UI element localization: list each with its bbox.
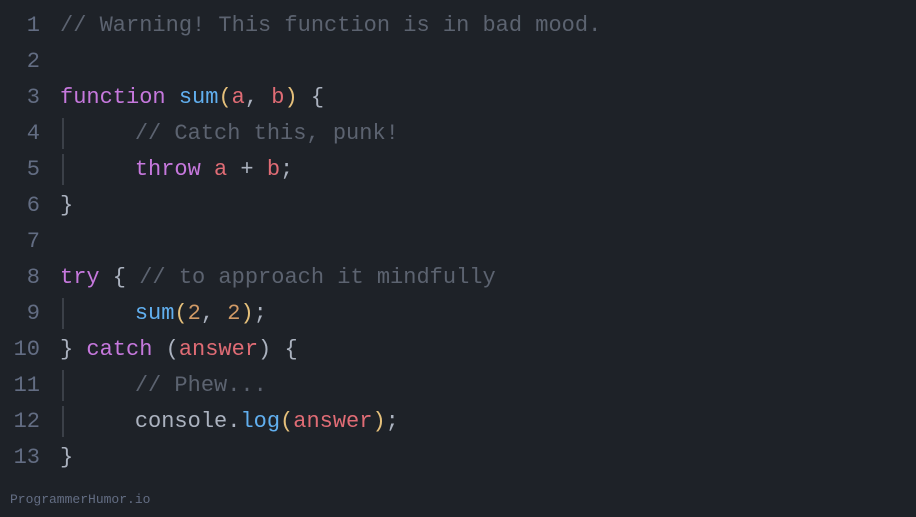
token <box>201 157 214 182</box>
token: 2 <box>227 301 240 326</box>
token: b <box>267 157 280 182</box>
token: function <box>60 85 166 110</box>
line-content: // Phew... <box>60 368 916 403</box>
line-number: 4 <box>0 116 60 151</box>
token: ) <box>372 409 385 434</box>
token: , <box>245 85 271 110</box>
code-line: 6} <box>0 188 916 224</box>
token: 2 <box>188 301 201 326</box>
code-line: 11 // Phew... <box>0 368 916 404</box>
token: log <box>240 409 280 434</box>
line-number: 6 <box>0 188 60 223</box>
token: a <box>214 157 227 182</box>
token: try <box>60 265 100 290</box>
indent-bar <box>62 154 77 185</box>
line-content: // Catch this, punk! <box>60 116 916 151</box>
line-number: 12 <box>0 404 60 439</box>
token: } <box>60 193 73 218</box>
token: ) <box>240 301 253 326</box>
line-content: // Warning! This function is in bad mood… <box>60 8 916 43</box>
indent-bar <box>62 118 77 149</box>
token: answer <box>179 337 258 362</box>
token: console <box>135 409 227 434</box>
token: sum <box>135 301 175 326</box>
code-line: 8try { // to approach it mindfully <box>0 260 916 296</box>
line-content: } <box>60 188 916 223</box>
token: } <box>60 337 86 362</box>
token: ( <box>152 337 178 362</box>
indent-bar <box>62 370 77 401</box>
code-line: 3function sum(a, b) { <box>0 80 916 116</box>
token: ) { <box>258 337 298 362</box>
token: , <box>201 301 227 326</box>
token: ; <box>280 157 293 182</box>
line-content: sum(2, 2); <box>60 296 916 331</box>
watermark: ProgrammerHumor.io <box>10 490 150 511</box>
code-editor: 1// Warning! This function is in bad moo… <box>0 0 916 490</box>
indent-bar <box>62 298 77 329</box>
token: } <box>60 445 73 470</box>
code-line: 13} <box>0 440 916 476</box>
line-number: 7 <box>0 224 60 259</box>
token: { <box>298 85 324 110</box>
line-content: try { // to approach it mindfully <box>60 260 916 295</box>
code-line: 5 throw a + b; <box>0 152 916 188</box>
line-number: 11 <box>0 368 60 403</box>
token: ( <box>174 301 187 326</box>
token: + <box>227 157 267 182</box>
token: ( <box>280 409 293 434</box>
token: catch <box>86 337 152 362</box>
line-content: throw a + b; <box>60 152 916 187</box>
line-number: 13 <box>0 440 60 475</box>
token: // Catch this, punk! <box>135 121 399 146</box>
line-number: 2 <box>0 44 60 79</box>
line-number: 9 <box>0 296 60 331</box>
line-number: 8 <box>0 260 60 295</box>
code-line: 7 <box>0 224 916 260</box>
code-line: 4 // Catch this, punk! <box>0 116 916 152</box>
code-line: 1// Warning! This function is in bad moo… <box>0 8 916 44</box>
token: throw <box>135 157 201 182</box>
token: . <box>227 409 240 434</box>
token <box>166 85 179 110</box>
line-content: } catch (answer) { <box>60 332 916 367</box>
token: // Phew... <box>135 373 267 398</box>
line-number: 3 <box>0 80 60 115</box>
token: sum <box>179 85 219 110</box>
code-line: 10} catch (answer) { <box>0 332 916 368</box>
line-content: } <box>60 440 916 475</box>
token: ) <box>284 85 297 110</box>
token: // to approach it mindfully <box>139 265 495 290</box>
code-line: 9 sum(2, 2); <box>0 296 916 332</box>
indent-bar <box>62 406 77 437</box>
line-content: function sum(a, b) { <box>60 80 916 115</box>
code-line: 2 <box>0 44 916 80</box>
token: answer <box>293 409 372 434</box>
line-number: 10 <box>0 332 60 367</box>
token: ( <box>218 85 231 110</box>
token: b <box>271 85 284 110</box>
token: ; <box>386 409 399 434</box>
token: { <box>100 265 140 290</box>
line-content: console.log(answer); <box>60 404 916 439</box>
token: ; <box>254 301 267 326</box>
line-number: 5 <box>0 152 60 187</box>
code-line: 12 console.log(answer); <box>0 404 916 440</box>
line-number: 1 <box>0 8 60 43</box>
token: // Warning! This function is in bad mood… <box>60 13 601 38</box>
token: a <box>232 85 245 110</box>
